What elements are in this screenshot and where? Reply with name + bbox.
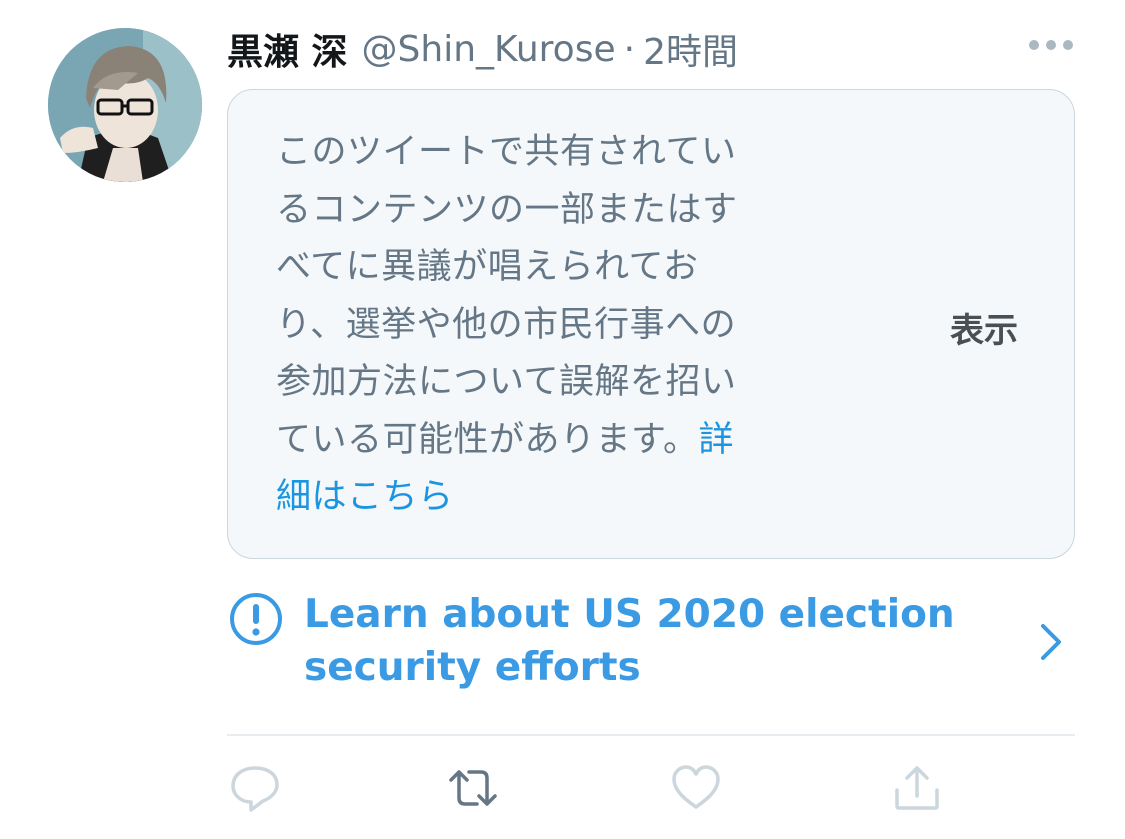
election-link-text: Learn about US 2020 election security ef… bbox=[304, 588, 1004, 694]
separator-dot: · bbox=[623, 28, 636, 70]
learn-more-link[interactable]: 詳 bbox=[699, 420, 735, 460]
notice-line: このツイートで共有されてい bbox=[276, 132, 737, 172]
reply-icon[interactable] bbox=[227, 760, 283, 816]
notice-line: ている可能性があります。詳 bbox=[276, 412, 836, 470]
disputed-content-notice: このツイートで共有されてい るコンテンツの一部またはす べてに異議が唱えられてお… bbox=[227, 89, 1075, 559]
tweet-header: 黒瀬 深 @Shin_Kurose · 2時間 bbox=[227, 22, 738, 76]
avatar[interactable] bbox=[48, 28, 202, 182]
notice-line: るコンテンツの一部またはす bbox=[276, 189, 738, 230]
notice-line: り、選挙や他の市民行事への bbox=[276, 304, 737, 345]
chevron-right-icon bbox=[1041, 624, 1061, 660]
retweet-icon[interactable] bbox=[445, 760, 501, 816]
exclamation-circle-icon bbox=[230, 593, 282, 645]
avatar-image bbox=[48, 28, 202, 182]
notice-line-text: ている可能性があります。 bbox=[276, 419, 699, 460]
show-button[interactable]: 表示 bbox=[950, 303, 1018, 352]
election-link-line: security efforts bbox=[304, 645, 641, 690]
election-info-link[interactable]: Learn about US 2020 election security ef… bbox=[227, 586, 1075, 696]
display-name[interactable]: 黒瀬 深 bbox=[227, 23, 348, 75]
notice-line: 参加方法について誤解を招い bbox=[276, 362, 737, 402]
tweet[interactable]: 黒瀬 深 @Shin_Kurose · 2時間 このツイートで共有されてい るコ… bbox=[0, 0, 1125, 839]
timestamp[interactable]: 2時間 bbox=[643, 23, 738, 75]
divider bbox=[227, 734, 1075, 736]
more-horizontal-icon[interactable] bbox=[1028, 38, 1074, 52]
user-handle[interactable]: @Shin_Kurose bbox=[362, 29, 616, 70]
share-icon[interactable] bbox=[889, 760, 945, 816]
heart-icon[interactable] bbox=[668, 760, 724, 816]
learn-more-link-continued[interactable]: 細はこちら bbox=[276, 469, 836, 527]
notice-text: このツイートで共有されてい るコンテンツの一部またはす べてに異議が唱えられてお… bbox=[276, 124, 836, 527]
notice-line: べてに異議が唱えられてお bbox=[276, 247, 699, 287]
tweet-actions bbox=[227, 760, 1075, 820]
election-link-line: Learn about US 2020 election bbox=[304, 592, 955, 637]
